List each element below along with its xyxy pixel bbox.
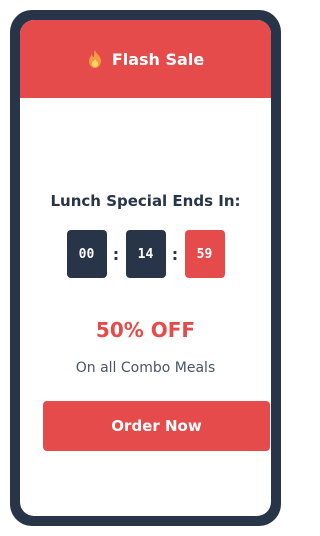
countdown-label: Lunch Special Ends In:	[50, 192, 241, 210]
discount-text: 50% OFF	[95, 318, 196, 342]
time-separator: :	[171, 244, 179, 264]
time-separator: :	[112, 244, 120, 264]
seconds-box: 59	[184, 230, 225, 278]
flash-sale-card: Flash Sale Lunch Special Ends In: 00 : 1…	[20, 20, 271, 516]
hours-box: 00	[66, 230, 107, 278]
flash-sale-header: Flash Sale	[20, 20, 271, 98]
countdown-timer: 00 : 14 : 59	[20, 230, 271, 278]
offer-subtitle: On all Combo Meals	[75, 360, 216, 376]
fire-icon	[87, 50, 103, 68]
phone-frame: Flash Sale Lunch Special Ends In: 00 : 1…	[10, 10, 281, 526]
minutes-box: 14	[125, 230, 166, 278]
order-now-button[interactable]: Order Now	[43, 401, 270, 451]
header-title: Flash Sale	[111, 49, 205, 69]
